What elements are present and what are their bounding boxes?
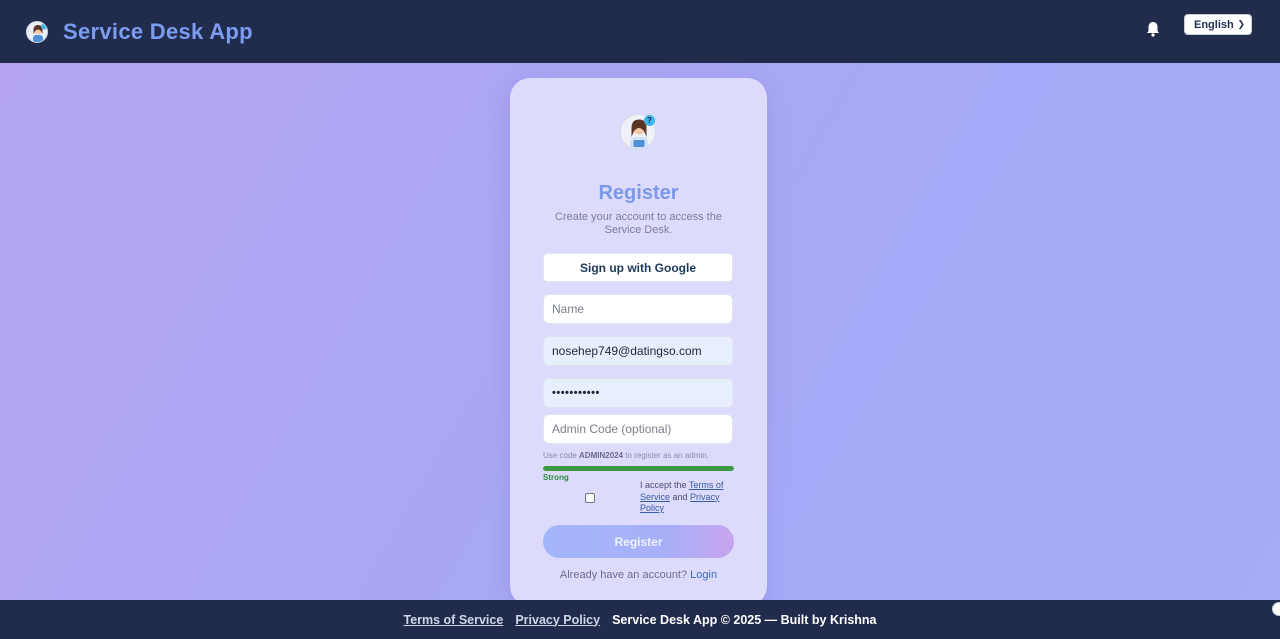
app-title: Service Desk App bbox=[63, 18, 253, 44]
password-value: ••••••••••• bbox=[552, 387, 600, 399]
admin-code-placeholder: Admin Code (optional) bbox=[552, 422, 672, 436]
password-input[interactable]: ••••••••••• bbox=[543, 378, 733, 408]
email-value: nosehep749@datingso.com bbox=[552, 344, 702, 358]
password-strength-label: Strong bbox=[543, 473, 569, 482]
admin-code-input[interactable]: Admin Code (optional) bbox=[543, 414, 733, 444]
register-card: ? Register Create your account to access… bbox=[510, 78, 767, 606]
login-prompt: Already have an account? Login bbox=[510, 569, 767, 581]
footer-copyright: Service Desk App © 2025 — Built by Krish… bbox=[612, 612, 877, 627]
main-content: ? Register Create your account to access… bbox=[0, 63, 1280, 606]
password-strength-fill bbox=[543, 466, 734, 471]
terms-text: I accept the Terms of Service and Privac… bbox=[640, 480, 740, 515]
app-header: Service Desk App English ❯ bbox=[0, 0, 1280, 63]
terms-checkbox[interactable] bbox=[585, 493, 595, 503]
email-input[interactable]: nosehep749@datingso.com bbox=[543, 336, 733, 366]
scroll-to-top-button[interactable] bbox=[1272, 602, 1280, 616]
language-selected-value: English bbox=[1194, 18, 1234, 31]
name-placeholder: Name bbox=[552, 302, 585, 316]
footer-privacy-link[interactable]: Privacy Policy bbox=[515, 613, 600, 627]
help-badge-icon: ? bbox=[644, 115, 655, 126]
register-subtitle: Create your account to access the Servic… bbox=[555, 211, 722, 236]
terms-prefix: I accept the bbox=[640, 480, 689, 490]
chevron-down-icon: ❯ bbox=[1237, 19, 1245, 29]
app-footer: Terms of Service Privacy Policy Service … bbox=[0, 600, 1280, 639]
register-title: Register bbox=[598, 182, 679, 204]
brand[interactable]: Service Desk App bbox=[26, 19, 253, 45]
support-agent-icon bbox=[26, 20, 48, 43]
name-input[interactable]: Name bbox=[543, 294, 733, 324]
register-button[interactable]: Register bbox=[543, 525, 734, 558]
admin-code-hint: Use code ADMIN2024 to register as an adm… bbox=[543, 451, 743, 460]
hint-code: ADMIN2024 bbox=[579, 451, 624, 460]
footer-terms-link[interactable]: Terms of Service bbox=[403, 613, 503, 627]
language-select[interactable]: English ❯ bbox=[1184, 14, 1252, 35]
google-signup-button[interactable]: Sign up with Google bbox=[543, 253, 733, 282]
bell-icon[interactable] bbox=[1142, 18, 1164, 40]
terms-and: and bbox=[670, 491, 691, 502]
login-prompt-text: Already have an account? bbox=[559, 569, 688, 581]
login-link[interactable]: Login bbox=[690, 569, 717, 581]
hint-prefix: Use code bbox=[543, 451, 580, 460]
hint-suffix: to register as an admin. bbox=[623, 451, 709, 460]
password-strength-bar bbox=[543, 466, 734, 471]
